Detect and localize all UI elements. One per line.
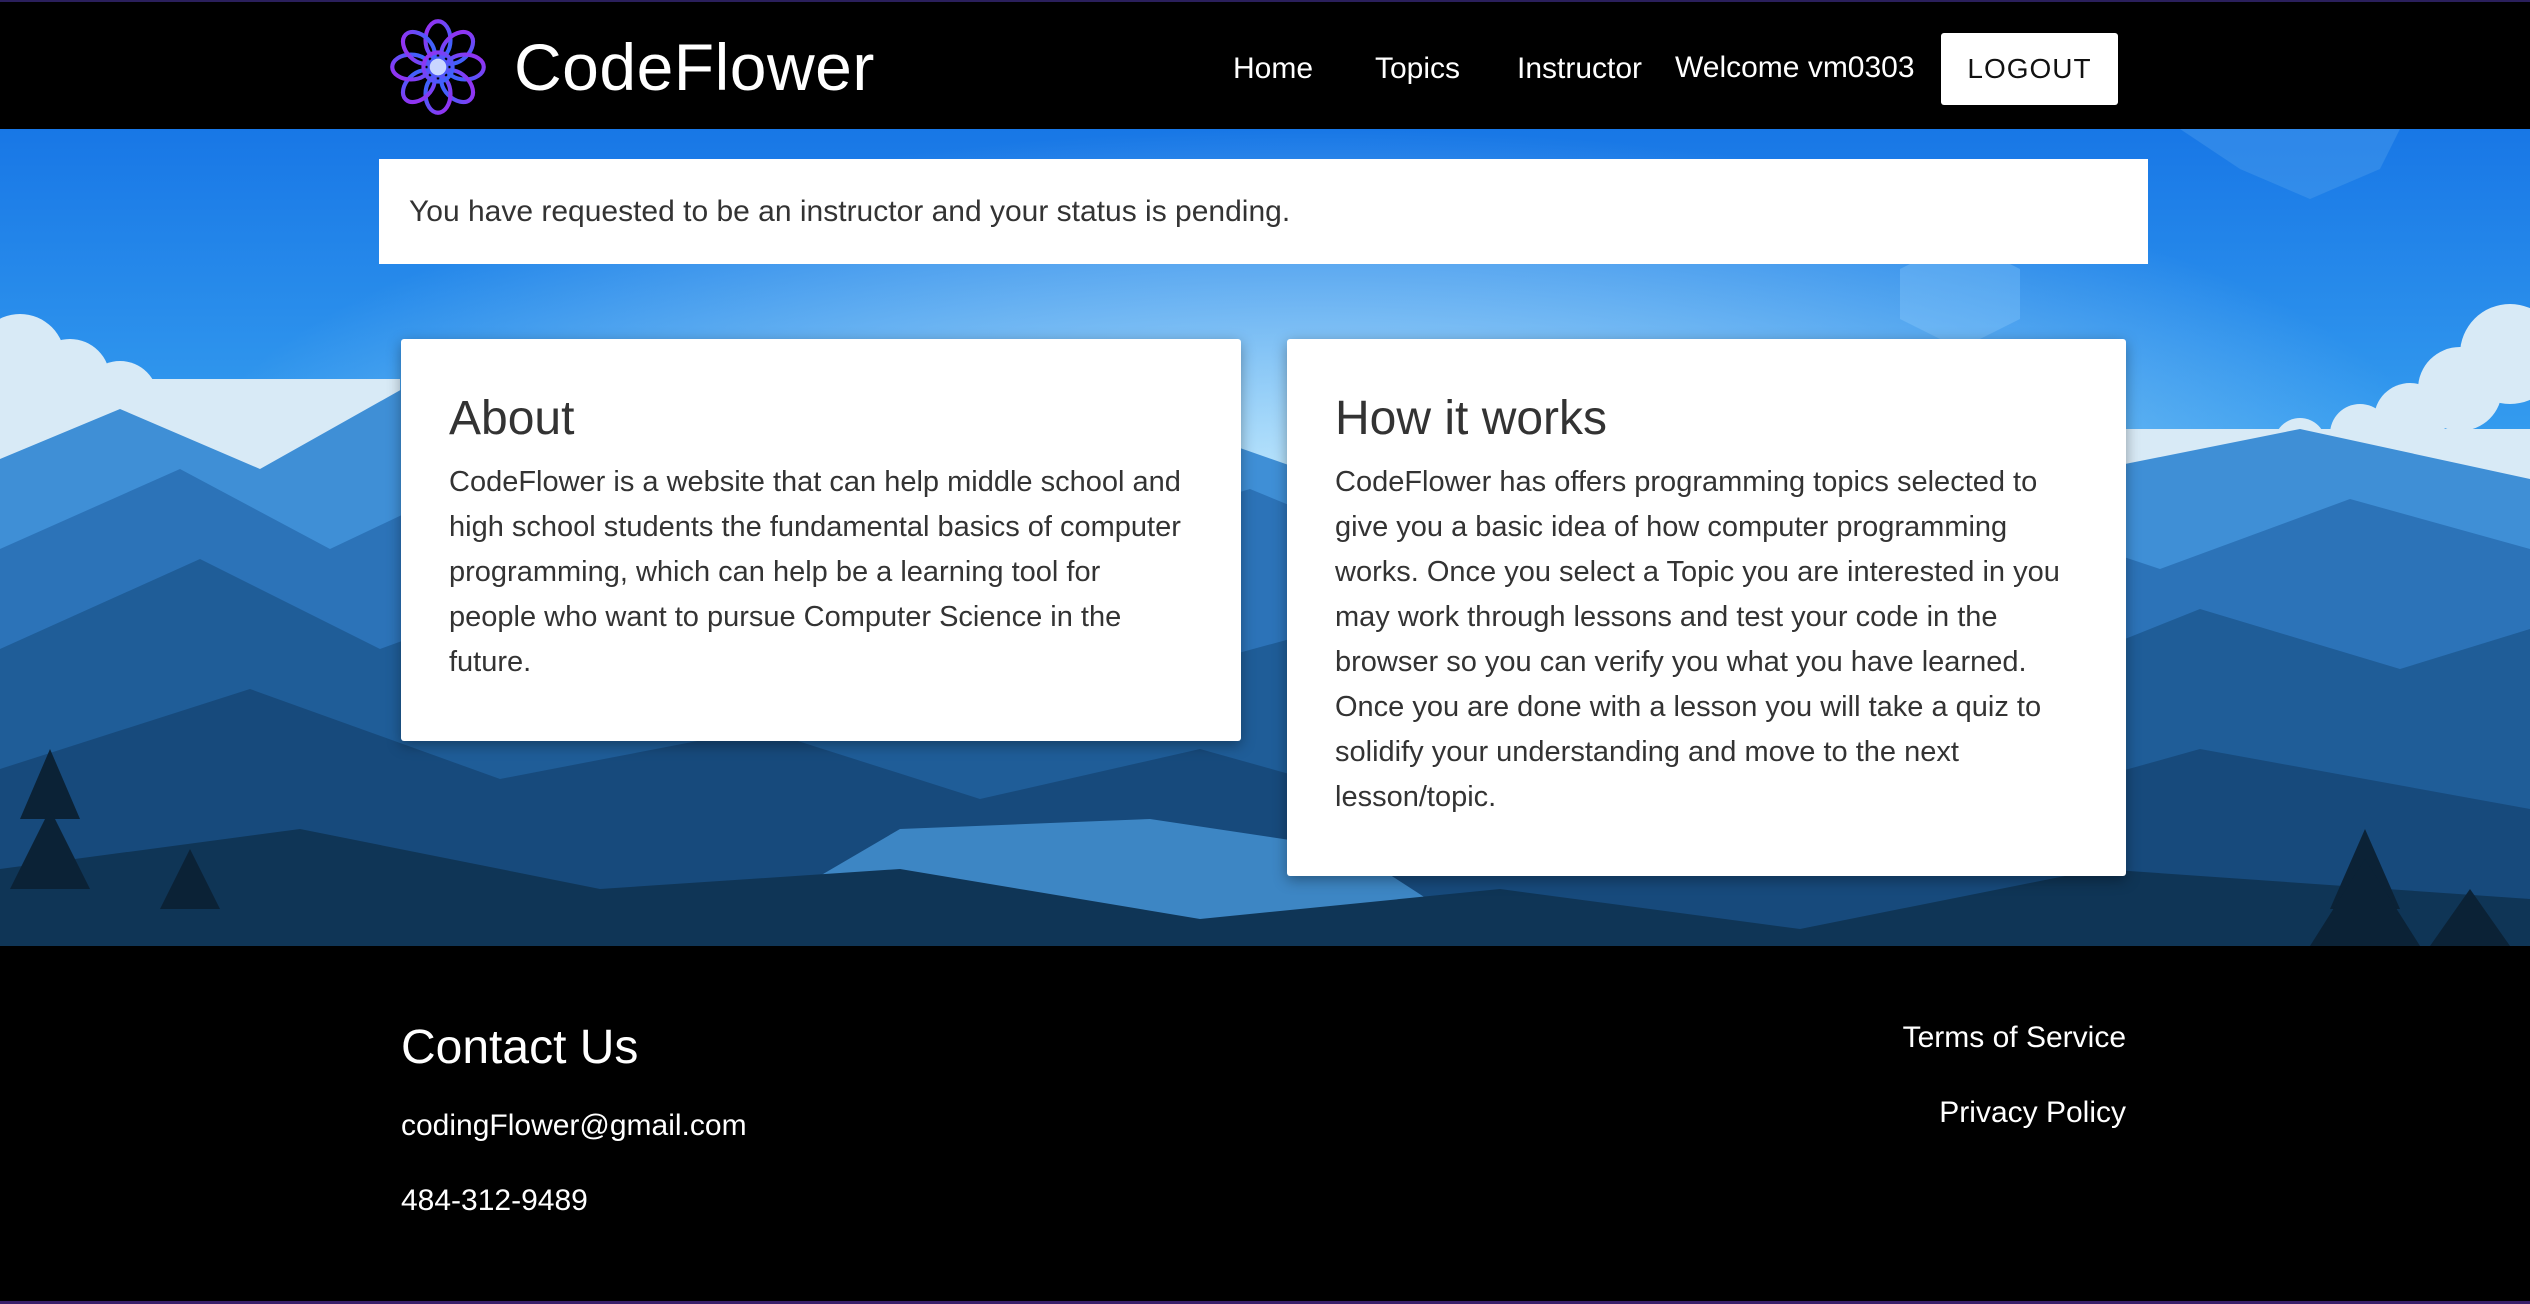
about-title: About bbox=[449, 392, 575, 445]
contact-phone: 484-312-9489 bbox=[401, 1184, 588, 1217]
contact-email: codingFlower@gmail.com bbox=[401, 1109, 747, 1142]
about-card: About CodeFlower is a website that can h… bbox=[401, 339, 1241, 741]
how-it-works-body: CodeFlower has offers programming topics… bbox=[1335, 466, 2060, 813]
privacy-policy-link[interactable]: Privacy Policy bbox=[1939, 1096, 2126, 1130]
nav-topics-link[interactable]: Topics bbox=[1375, 33, 1460, 105]
contact-title: Contact Us bbox=[401, 1021, 639, 1074]
site-header: CodeFlower Home Topics Instructor Welcom… bbox=[0, 0, 2530, 129]
nav-home-link[interactable]: Home bbox=[1233, 33, 1313, 105]
brand[interactable]: CodeFlower bbox=[386, 14, 875, 119]
site-footer: Contact Us codingFlower@gmail.com 484-31… bbox=[0, 946, 2530, 1304]
brand-name: CodeFlower bbox=[514, 29, 875, 104]
pending-status-alert: You have requested to be an instructor a… bbox=[379, 159, 2148, 264]
flower-logo-icon bbox=[390, 18, 486, 115]
nav-instructor-link[interactable]: Instructor bbox=[1517, 33, 1642, 105]
how-it-works-title: How it works bbox=[1335, 392, 1608, 445]
terms-of-service-link[interactable]: Terms of Service bbox=[1903, 1021, 2126, 1055]
logout-button[interactable]: LOGOUT bbox=[1941, 33, 2118, 105]
how-it-works-card: How it works CodeFlower has offers progr… bbox=[1287, 339, 2126, 876]
alert-message: You have requested to be an instructor a… bbox=[409, 194, 1291, 228]
about-body: CodeFlower is a website that can help mi… bbox=[449, 466, 1181, 678]
welcome-text: Welcome vm0303 bbox=[1675, 51, 1915, 84]
